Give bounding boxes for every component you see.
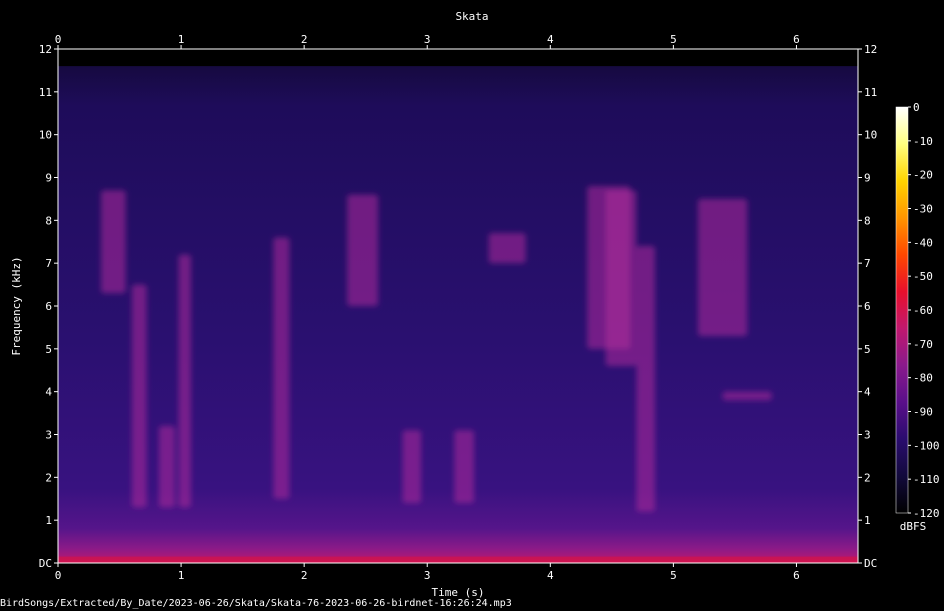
y-tick-label: 11 bbox=[39, 86, 52, 99]
x-tick-label: 0 bbox=[55, 569, 62, 582]
colorbar-tick-label: -110 bbox=[913, 473, 940, 486]
x-tick-label: 4 bbox=[547, 569, 554, 582]
y-tick-label-right: 7 bbox=[864, 257, 871, 270]
colorbar-tick-label: -60 bbox=[913, 304, 933, 317]
call-mark bbox=[131, 284, 147, 508]
colorbar-tick-label: -10 bbox=[913, 135, 933, 148]
colorbar-tick-label: -20 bbox=[913, 169, 933, 182]
chart-title: Skata bbox=[455, 10, 488, 23]
y-tick-label: DC bbox=[39, 557, 52, 570]
call-mark bbox=[178, 254, 191, 508]
x-tick-label: 2 bbox=[301, 569, 308, 582]
call-mark bbox=[722, 391, 772, 401]
call-mark bbox=[636, 246, 655, 512]
y-tick-label-right: 10 bbox=[864, 129, 877, 142]
x-tick-label-top: 4 bbox=[547, 33, 554, 46]
call-mark bbox=[347, 194, 378, 306]
colorbar-label: dBFS bbox=[900, 520, 927, 533]
y-tick-label-right: 12 bbox=[864, 43, 877, 56]
x-tick-label: 3 bbox=[424, 569, 431, 582]
y-tick-label: 12 bbox=[39, 43, 52, 56]
x-tick-label-top: 2 bbox=[301, 33, 308, 46]
x-tick-label: 6 bbox=[793, 569, 800, 582]
y-tick-label-right: 5 bbox=[864, 343, 871, 356]
y-tick-label-right: 8 bbox=[864, 214, 871, 227]
x-tick-label: 5 bbox=[670, 569, 677, 582]
colorbar-tick-label: 0 bbox=[913, 101, 920, 114]
spectrogram-chart: Skata 00112233445566 DC DC1 12 23 34 45 56 67 78… bbox=[10, 10, 940, 598]
y-tick-label: 10 bbox=[39, 129, 52, 142]
y-tick-label: 1 bbox=[45, 514, 52, 527]
colorbar-tick-label: -120 bbox=[913, 507, 940, 520]
y-tick-label-right: 3 bbox=[864, 429, 871, 442]
x-tick-label-top: 6 bbox=[793, 33, 800, 46]
call-mark bbox=[454, 430, 474, 504]
file-path: BirdSongs/Extracted/By_Date/2023-06-26/S… bbox=[0, 598, 512, 609]
call-mark bbox=[101, 190, 126, 294]
call-mark bbox=[605, 190, 637, 366]
colorbar-ticks: 0 -10 -20 -30 -40 -50 -60 -70 -80 -90 -100 -110 -120 bbox=[908, 101, 940, 520]
low-frequency-band bbox=[58, 556, 858, 563]
x-tick-label: 1 bbox=[178, 569, 185, 582]
colorbar: 0 -10 -20 -30 -40 -50 -60 -70 -80 -90 -100 -110 -120… bbox=[895, 101, 940, 533]
y-axis-label: Frequency (kHz) bbox=[10, 256, 23, 355]
x-tick-label-top: 5 bbox=[670, 33, 677, 46]
y-tick-label: 2 bbox=[45, 471, 52, 484]
y-tick-label: 6 bbox=[45, 300, 52, 313]
y-tick-label: 4 bbox=[45, 386, 52, 399]
y-tick-label: 3 bbox=[45, 429, 52, 442]
x-tick-label-top: 1 bbox=[178, 33, 185, 46]
y-tick-label: 9 bbox=[45, 172, 52, 185]
y-tick-label-right: 1 bbox=[864, 514, 871, 527]
call-mark bbox=[488, 233, 526, 264]
colorbar-tick-label: -100 bbox=[913, 439, 940, 452]
x-tick-label-top: 0 bbox=[55, 33, 62, 46]
colorbar-tick-label: -30 bbox=[913, 203, 933, 216]
colorbar-tick-label: -90 bbox=[913, 406, 933, 419]
colorbar-gradient bbox=[895, 106, 909, 514]
y-tick-label-right: 6 bbox=[864, 300, 871, 313]
y-tick-label-right: 9 bbox=[864, 172, 871, 185]
call-mark bbox=[158, 425, 175, 508]
y-tick-label-right: 11 bbox=[864, 86, 877, 99]
call-mark bbox=[402, 430, 422, 504]
y-tick-label-right: 2 bbox=[864, 471, 871, 484]
y-tick-label: 7 bbox=[45, 257, 52, 270]
y-tick-label: 5 bbox=[45, 343, 52, 356]
x-axis-label: Time (s) bbox=[432, 586, 485, 598]
colorbar-tick-label: -40 bbox=[913, 236, 933, 249]
colorbar-tick-label: -50 bbox=[913, 270, 933, 283]
y-tick-label-right: 4 bbox=[864, 386, 871, 399]
call-mark bbox=[273, 237, 290, 499]
x-tick-label-top: 3 bbox=[424, 33, 431, 46]
call-mark bbox=[698, 198, 748, 336]
colorbar-tick-label: -70 bbox=[913, 338, 933, 351]
colorbar-tick-label: -80 bbox=[913, 372, 933, 385]
y-tick-label: 8 bbox=[45, 214, 52, 227]
y-tick-label-right: DC bbox=[864, 557, 877, 570]
plot-area bbox=[58, 49, 858, 563]
